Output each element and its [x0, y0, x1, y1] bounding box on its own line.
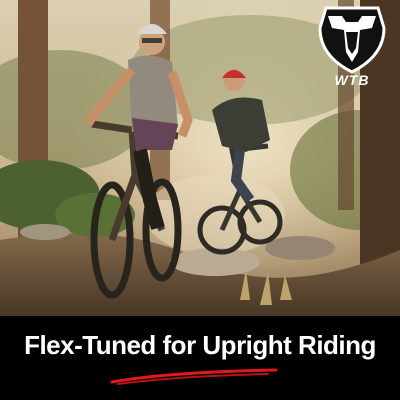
headline: Flex-Tuned for Upright Riding	[24, 330, 376, 360]
wtb-logo-icon	[318, 6, 386, 74]
accent-underline	[108, 366, 280, 386]
brand-logo-text: WTB	[334, 72, 370, 88]
ad-creative: WTB Flex-Tuned for Upright Riding	[0, 0, 400, 400]
brand-logo: WTB	[318, 4, 386, 94]
caption-band: Flex-Tuned for Upright Riding	[0, 316, 400, 400]
